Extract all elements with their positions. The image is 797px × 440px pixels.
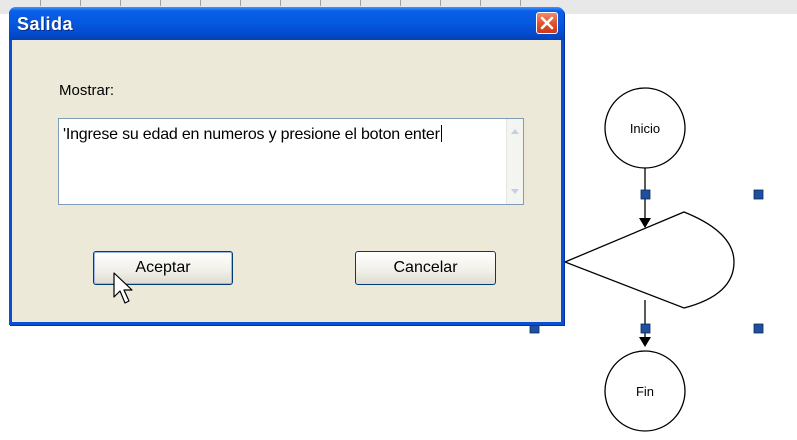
close-icon xyxy=(540,16,554,30)
start-node[interactable]: Inicio xyxy=(604,87,686,169)
textarea-scrollbar[interactable] xyxy=(506,119,523,204)
output-dialog: Salida Mostrar: 'Ingrese su edad en nume… xyxy=(9,7,564,325)
selection-handle[interactable] xyxy=(753,189,764,200)
selection-handle[interactable] xyxy=(640,189,651,200)
dialog-title: Salida xyxy=(17,14,74,34)
end-node-label: Fin xyxy=(636,384,654,399)
cancel-button[interactable]: Cancelar xyxy=(355,251,496,285)
arrow-head xyxy=(639,337,651,347)
selection-handle[interactable] xyxy=(529,323,540,334)
mouse-pointer-icon xyxy=(113,272,133,304)
message-textarea[interactable]: 'Ingrese su edad en numeros y presione e… xyxy=(58,118,524,205)
end-node[interactable]: Fin xyxy=(604,350,686,432)
dialog-titlebar[interactable]: Salida xyxy=(9,7,564,40)
close-button[interactable] xyxy=(536,12,558,34)
message-text: 'Ingrese su edad en numeros y presione e… xyxy=(63,126,440,143)
selection-handle[interactable] xyxy=(753,323,764,334)
text-caret xyxy=(440,125,442,142)
output-node[interactable] xyxy=(563,211,735,309)
selection-handle[interactable] xyxy=(640,323,651,334)
start-node-label: Inicio xyxy=(630,121,660,136)
scroll-down-icon[interactable] xyxy=(510,188,520,196)
scroll-up-icon[interactable] xyxy=(510,127,520,135)
show-label: Mostrar: xyxy=(59,82,115,99)
